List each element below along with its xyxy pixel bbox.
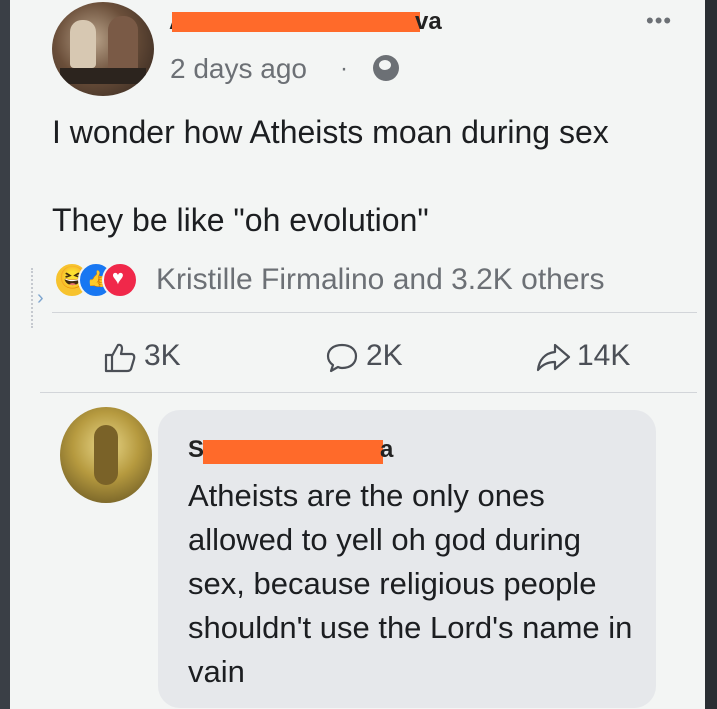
share-arrow-icon bbox=[536, 343, 571, 372]
author-name-visible-end[interactable]: va bbox=[415, 10, 442, 34]
divider bbox=[52, 312, 697, 313]
reaction-summary[interactable]: Kristille Firmalino and 3.2K others bbox=[156, 260, 605, 300]
comment-count: 2K bbox=[366, 339, 403, 372]
author-avatar[interactable] bbox=[52, 2, 154, 96]
reaction-icons[interactable] bbox=[54, 260, 154, 300]
share-count: 14K bbox=[577, 339, 631, 372]
more-options-icon[interactable]: ••• bbox=[646, 8, 672, 34]
post-timestamp[interactable]: 2 days ago bbox=[170, 52, 307, 86]
divider bbox=[40, 392, 697, 393]
commenter-name-redaction bbox=[203, 440, 383, 464]
screen-edge-right bbox=[705, 0, 717, 709]
screen-edge-left bbox=[0, 0, 10, 709]
globe-icon[interactable] bbox=[373, 55, 399, 81]
avatar-banner bbox=[60, 68, 146, 84]
commenter-avatar[interactable] bbox=[60, 407, 152, 503]
avatar-figure-left bbox=[70, 20, 96, 68]
post-text-line-2: They be like "oh evolution" bbox=[52, 202, 429, 238]
commenter-name-visible-start[interactable]: S bbox=[188, 438, 204, 462]
comment-text: Atheists are the only ones allowed to ye… bbox=[188, 478, 633, 689]
share-button[interactable]: 14K bbox=[535, 334, 630, 378]
comment-button[interactable]: 2K bbox=[324, 334, 403, 378]
like-count: 3K bbox=[144, 339, 181, 372]
post-text: I wonder how Atheists moan during sex Th… bbox=[52, 110, 672, 242]
comment-bubble-icon bbox=[326, 343, 358, 373]
author-name-redaction bbox=[172, 12, 420, 32]
post-text-line-1: I wonder how Atheists moan during sex bbox=[52, 114, 609, 150]
like-button[interactable]: 3K bbox=[102, 334, 181, 378]
avatar-figure-right bbox=[108, 16, 138, 72]
timestamp-separator: · bbox=[340, 55, 348, 82]
post-card: A va 2 days ago · ••• I wonder how Athei… bbox=[10, 0, 705, 709]
thumbs-up-icon bbox=[104, 343, 136, 373]
love-reaction-icon bbox=[102, 262, 138, 298]
commenter-name-visible-end[interactable]: a bbox=[380, 438, 393, 462]
